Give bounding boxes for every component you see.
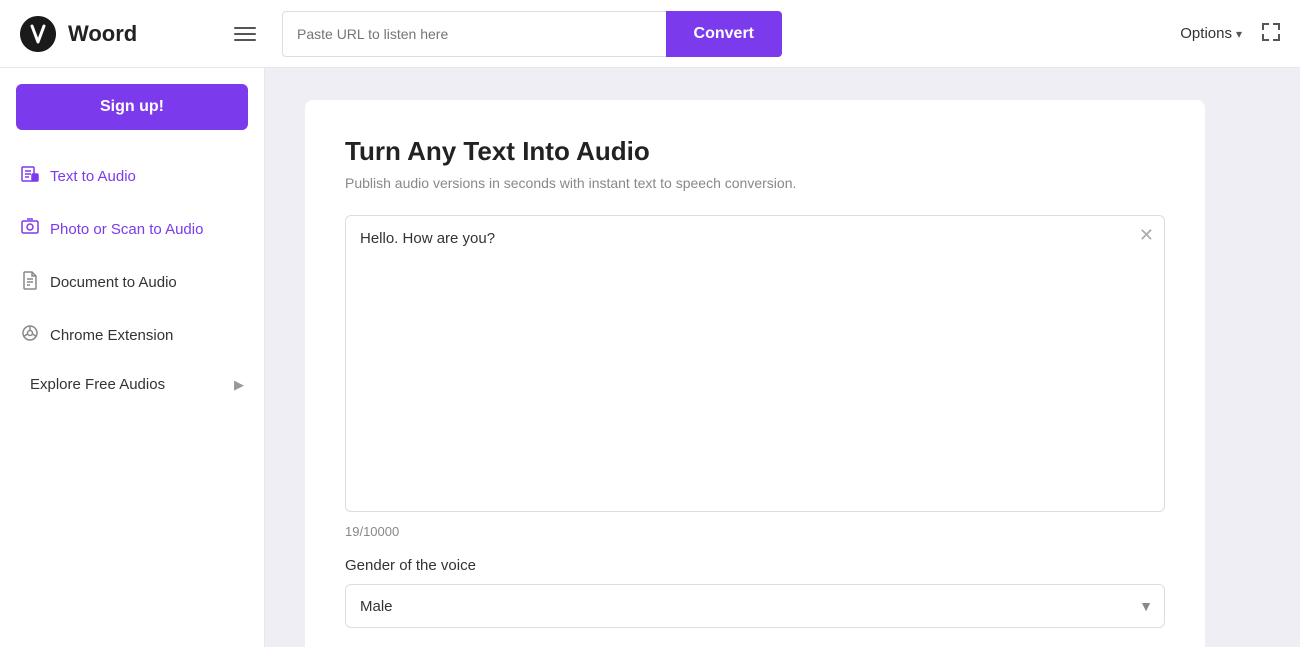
document-label: Document to Audio [50,274,177,291]
explore-label: Explore Free Audios [30,376,165,393]
sidebar-item-photo-scan-to-audio[interactable]: Photo or Scan to Audio [0,203,264,256]
page-title: Turn Any Text Into Audio [345,136,1165,167]
page-subtitle: Publish audio versions in seconds with i… [345,175,1165,191]
char-count: 19/10000 [345,524,1165,539]
hamburger-button[interactable] [228,21,262,47]
expand-button[interactable] [1258,19,1284,48]
sidebar-item-document-to-audio[interactable]: Document to Audio [0,256,264,309]
signup-button[interactable]: Sign up! [16,84,248,130]
text-area-wrapper: ✕ [345,215,1165,512]
main-content: Turn Any Text Into Audio Publish audio v… [265,68,1300,647]
text-input[interactable] [346,216,1164,506]
hamburger-line-2 [234,33,256,35]
photo-scan-label: Photo or Scan to Audio [50,221,203,238]
sidebar-item-explore-free-audios[interactable]: Explore Free Audios ▶ [0,362,264,407]
logo-icon [16,12,60,56]
text-to-audio-icon [20,164,40,189]
logo-text: Woord [68,21,137,47]
gender-select[interactable]: Male Female [345,584,1165,628]
document-icon [20,270,40,295]
sidebar-item-photo-left: Photo or Scan to Audio [20,217,203,242]
hamburger-line-3 [234,39,256,41]
options-button[interactable]: Options ▾ [1180,25,1242,42]
hamburger-line-1 [234,27,256,29]
chrome-extension-label: Chrome Extension [50,327,173,344]
sidebar-item-explore-left: Explore Free Audios [20,376,165,393]
content-card: Turn Any Text Into Audio Publish audio v… [305,100,1205,647]
sidebar-item-chrome-extension[interactable]: Chrome Extension [0,309,264,362]
chrome-extension-icon [20,323,40,348]
sidebar-item-chrome-left: Chrome Extension [20,323,173,348]
sidebar-item-document-left: Document to Audio [20,270,177,295]
url-input[interactable] [282,11,666,57]
text-to-audio-label: Text to Audio [50,168,136,185]
url-bar: Convert [282,11,782,57]
gender-label: Gender of the voice [345,557,1165,574]
layout: Sign up! Text to Audio [0,68,1300,647]
explore-chevron-icon: ▶ [234,377,244,393]
header-right: Options ▾ [1180,19,1284,48]
logo-area: Woord [16,12,216,56]
expand-icon [1262,23,1280,41]
photo-scan-icon [20,217,40,242]
sidebar-item-text-to-audio[interactable]: Text to Audio [0,150,264,203]
sidebar: Sign up! Text to Audio [0,68,265,647]
gender-select-wrapper: Male Female ▼ [345,584,1165,628]
clear-button[interactable]: ✕ [1139,226,1154,244]
options-label: Options [1180,25,1232,42]
convert-button[interactable]: Convert [666,11,782,57]
header: Woord Convert Options ▾ [0,0,1300,68]
options-chevron-icon: ▾ [1236,27,1242,41]
sidebar-item-text-to-audio-left: Text to Audio [20,164,136,189]
